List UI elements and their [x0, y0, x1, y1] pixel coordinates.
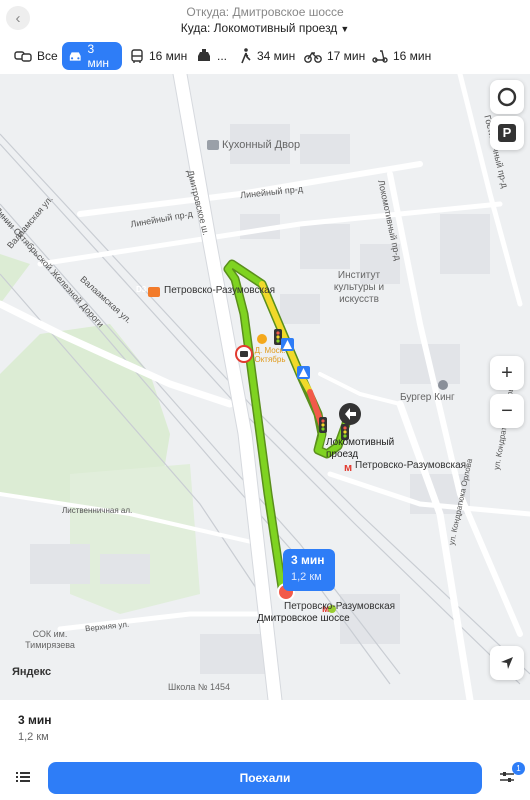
bike-icon: [304, 51, 322, 63]
walk-icon: [241, 48, 251, 64]
panel-distance: 1,2 км: [18, 731, 49, 743]
chevron-down-icon: ▼: [340, 24, 350, 34]
poi-kuhonny-dvor[interactable]: Кухонный Двор: [222, 139, 300, 151]
tab-label: Все: [37, 49, 58, 63]
minus-icon: −: [501, 399, 513, 422]
tab-taxi[interactable]: ...: [196, 42, 227, 70]
tab-label: 16 мин: [393, 49, 432, 63]
poi-marker-label[interactable]: Д. Моск. Октябрь: [250, 346, 290, 364]
car-icon: [69, 51, 81, 61]
sliders-icon: [500, 772, 514, 782]
tab-walk[interactable]: 34 мин: [240, 42, 295, 70]
car-bus-icon: [14, 51, 32, 62]
start-label[interactable]: Дмитровское шоссе: [257, 613, 350, 624]
my-location-button[interactable]: [490, 646, 524, 680]
yandex-attribution[interactable]: Яндекс: [12, 666, 51, 678]
tab-label: ...: [217, 49, 228, 63]
poi-institute[interactable]: Институт культуры и искусств: [324, 270, 394, 306]
parking-button[interactable]: P: [490, 116, 524, 150]
scooter-icon: [372, 50, 388, 63]
svg-text:м: м: [344, 462, 352, 474]
route-info-bubble[interactable]: 3 мин 1,2 км: [283, 549, 335, 591]
zoom-out-button[interactable]: −: [490, 394, 524, 428]
destination-label[interactable]: Локомотивный проезд: [326, 437, 396, 461]
tab-label: 3 мин: [87, 42, 110, 70]
panel-time: 3 мин: [18, 713, 52, 727]
header: ‹ Откуда: Дмитровское шоссе Куда: Локомо…: [0, 0, 530, 40]
zoom-in-button[interactable]: +: [490, 356, 524, 390]
alice-icon: [497, 87, 517, 107]
route-list-button[interactable]: [12, 766, 34, 788]
transport-mode-tabs: Все 3 мин 16 мин ... 34 мин 17 мин 16 ми…: [0, 42, 530, 72]
metro-station-2[interactable]: Петровско-Разумовская: [284, 601, 395, 612]
tab-bike[interactable]: 17 мин: [304, 42, 365, 70]
navigation-arrow-icon: [501, 657, 513, 669]
tab-label: 17 мин: [327, 49, 366, 63]
poi-burger-king[interactable]: Бургер Кинг: [400, 392, 455, 403]
origin-text[interactable]: Откуда: Дмитровское шоссе: [0, 5, 530, 19]
metro-station-1[interactable]: Петровско-Разумовская: [355, 460, 466, 471]
options-count-badge: 1: [512, 762, 525, 775]
destination-selector[interactable]: Куда: Локомотивный проезд ▼: [0, 21, 530, 35]
parking-icon: P: [498, 124, 516, 142]
station-petrovsko-d3[interactable]: Петровско-Разумовская: [164, 285, 275, 296]
layers-button[interactable]: [490, 80, 524, 114]
route-distance: 1,2 км: [291, 571, 322, 583]
destination-text: Куда: Локомотивный проезд: [180, 21, 338, 35]
map-canvas: м м: [0, 74, 530, 700]
tab-label: 34 мин: [257, 49, 296, 63]
tab-car[interactable]: 3 мин: [62, 42, 122, 70]
tab-label: 16 мин: [149, 49, 188, 63]
tab-all[interactable]: Все: [14, 42, 58, 70]
d3-badge: D3: [136, 285, 147, 294]
plus-icon: +: [501, 361, 513, 384]
poi-sok[interactable]: СОК им. Тимирязева: [20, 629, 80, 651]
bus-icon: [131, 48, 143, 63]
tab-transit[interactable]: 16 мин: [130, 42, 187, 70]
street-listvennichnaya: Лиственничная ал.: [62, 506, 133, 515]
go-button[interactable]: Поехали: [48, 762, 482, 794]
poi-school[interactable]: Школа № 1454: [168, 682, 230, 692]
route-panel: 3 мин 1,2 км Поехали 1: [0, 700, 530, 800]
taxi-icon: [198, 49, 210, 61]
list-icon: [16, 772, 30, 782]
tab-scooter[interactable]: 16 мин: [372, 42, 431, 70]
route-time: 3 мин: [291, 553, 325, 567]
map[interactable]: м м Кухонный Двор Линейный пр-д Линейный…: [0, 74, 530, 700]
